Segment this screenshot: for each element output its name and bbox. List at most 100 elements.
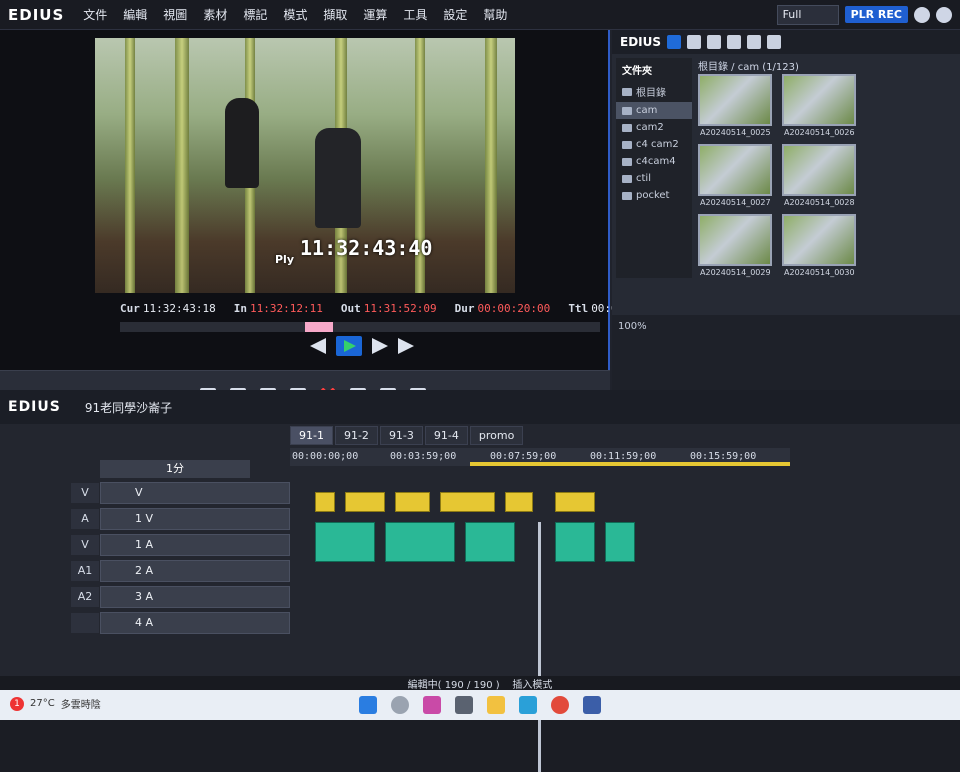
rewind-icon[interactable] <box>310 338 326 354</box>
video-clip[interactable] <box>315 492 335 512</box>
menu-help[interactable]: 幫助 <box>476 6 514 23</box>
track-patch[interactable]: V <box>71 483 99 503</box>
clip-caption: A20240514_0026 <box>784 128 855 137</box>
menu-capture[interactable]: 擷取 <box>316 6 354 23</box>
next-frame-icon[interactable] <box>398 338 414 354</box>
forward-icon[interactable] <box>372 338 388 354</box>
audio-clip[interactable] <box>385 522 455 562</box>
menu-bar: EDIUS 文件 編輯 視圖 素材 標記 模式 擷取 運算 工具 設定 幫助 F… <box>0 0 960 30</box>
play-button[interactable] <box>336 336 362 356</box>
menu-mode[interactable]: 模式 <box>276 6 314 23</box>
bin-info-panel: 100% <box>612 315 960 390</box>
menu-edit[interactable]: 編輯 <box>116 6 154 23</box>
track-header[interactable]: V 1 A <box>71 534 290 556</box>
plr-rec-toggle[interactable]: PLR REC <box>844 6 908 23</box>
timeline-tracks[interactable] <box>295 482 775 772</box>
bin-zoom: 100% <box>618 321 647 332</box>
folder-label: cam2 <box>636 122 664 133</box>
time-ruler[interactable]: 00:00:00;00 00:03:59;00 00:07:59;00 00:1… <box>290 448 790 466</box>
clip-thumbnail[interactable]: A20240514_0029 <box>698 214 772 277</box>
track-header[interactable]: VV <box>71 482 290 504</box>
delete-clip-icon[interactable] <box>747 35 762 49</box>
folder-item[interactable]: c4cam4 <box>616 153 692 170</box>
bin-header: EDIUS <box>612 30 960 54</box>
audio-clip[interactable] <box>315 522 375 562</box>
menu-settings[interactable]: 設定 <box>436 6 474 23</box>
track-patch[interactable]: A2 <box>71 587 99 607</box>
sequence-tab[interactable]: 91-1 <box>290 426 333 445</box>
folder-item[interactable]: cam2 <box>616 119 692 136</box>
track-patch[interactable]: V <box>71 535 99 555</box>
clip-thumbnail[interactable]: A20240514_0030 <box>782 214 856 277</box>
bin-path: 根目錄 / cam (1/123) <box>698 62 799 73</box>
clip-thumbnail[interactable]: A20240514_0026 <box>782 74 856 137</box>
folder-item[interactable]: c4 cam2 <box>616 136 692 153</box>
overlay-timecode: 11:32:43:40 <box>300 236 433 260</box>
record-icon[interactable] <box>914 6 930 23</box>
folder-icon <box>622 106 632 115</box>
weather-widget[interactable]: 1 27°C 多雲時陰 <box>10 696 101 711</box>
video-clip[interactable] <box>440 492 495 512</box>
edius-taskbar-icon[interactable] <box>583 696 601 714</box>
track-patch[interactable]: A <box>71 509 99 529</box>
folder-item[interactable]: cam <box>616 102 692 119</box>
track-header[interactable]: A1 2 A <box>71 560 290 582</box>
properties-icon[interactable] <box>767 35 782 49</box>
video-clip[interactable] <box>345 492 385 512</box>
audio-clip[interactable] <box>465 522 515 562</box>
view-mode-select[interactable]: Full <box>776 4 839 25</box>
out-label: Out <box>340 302 361 315</box>
search-icon[interactable] <box>391 696 409 714</box>
clip-thumbnail[interactable]: A20240514_0027 <box>698 144 772 207</box>
windows-start-icon[interactable] <box>359 696 377 714</box>
folder-item[interactable]: 根目錄 <box>616 81 692 102</box>
bamboo-stalk <box>175 38 189 293</box>
menu-clip[interactable]: 素材 <box>196 6 234 23</box>
folder-item[interactable]: pocket <box>616 187 692 204</box>
folder-label: cam <box>636 105 658 116</box>
video-clip[interactable] <box>555 492 595 512</box>
copilot-icon[interactable] <box>423 696 441 714</box>
folder-label: pocket <box>636 190 670 201</box>
sequence-tab[interactable]: 91-4 <box>424 426 468 445</box>
menu-file[interactable]: 文件 <box>76 6 114 23</box>
menu-tools[interactable]: 工具 <box>396 6 434 23</box>
search-icon[interactable] <box>687 35 702 49</box>
sequence-tab[interactable]: promo <box>469 426 524 445</box>
text-icon[interactable] <box>727 35 742 49</box>
cur-timecode: 11:32:43:18 <box>142 302 216 315</box>
sequence-tab[interactable]: 91-3 <box>379 426 423 445</box>
timeline-zoom[interactable]: 1分 <box>100 460 250 478</box>
menu-marker[interactable]: 標記 <box>236 6 274 23</box>
player-scrub-bar[interactable] <box>120 322 600 332</box>
folder-icon <box>622 157 632 166</box>
task-view-icon[interactable] <box>455 696 473 714</box>
video-clip[interactable] <box>505 492 533 512</box>
sequence-tab[interactable]: 91-2 <box>334 426 378 445</box>
video-preview[interactable]: Ply 11:32:43:40 <box>95 38 515 293</box>
bin-view-icon[interactable] <box>667 35 682 49</box>
video-clip[interactable] <box>395 492 430 512</box>
track-header[interactable]: A2 3 A <box>71 586 290 608</box>
playhead[interactable] <box>538 522 541 772</box>
timeline-status: 編輯中( 190 / 190 ) 插入模式 <box>0 676 960 691</box>
track-header[interactable]: A 1 V <box>71 508 290 530</box>
new-folder-icon[interactable] <box>707 35 722 49</box>
track-patch[interactable] <box>71 613 99 633</box>
audio-clip[interactable] <box>605 522 635 562</box>
clip-thumbnail[interactable]: A20240514_0028 <box>782 144 856 207</box>
clip-caption: A20240514_0027 <box>700 198 771 207</box>
audio-clip[interactable] <box>555 522 595 562</box>
settings-icon[interactable] <box>936 6 952 23</box>
track-patch[interactable]: A1 <box>71 561 99 581</box>
file-explorer-icon[interactable] <box>487 696 505 714</box>
menu-render[interactable]: 運算 <box>356 6 394 23</box>
track-header[interactable]: 4 A <box>71 612 290 634</box>
folder-item[interactable]: ctil <box>616 170 692 187</box>
menu-view[interactable]: 視圖 <box>156 6 194 23</box>
edge-icon[interactable] <box>519 696 537 714</box>
track-name: 4 A <box>135 616 154 629</box>
chrome-icon[interactable] <box>551 696 569 714</box>
in-label: In <box>233 302 247 315</box>
clip-thumbnail[interactable]: A20240514_0025 <box>698 74 772 137</box>
